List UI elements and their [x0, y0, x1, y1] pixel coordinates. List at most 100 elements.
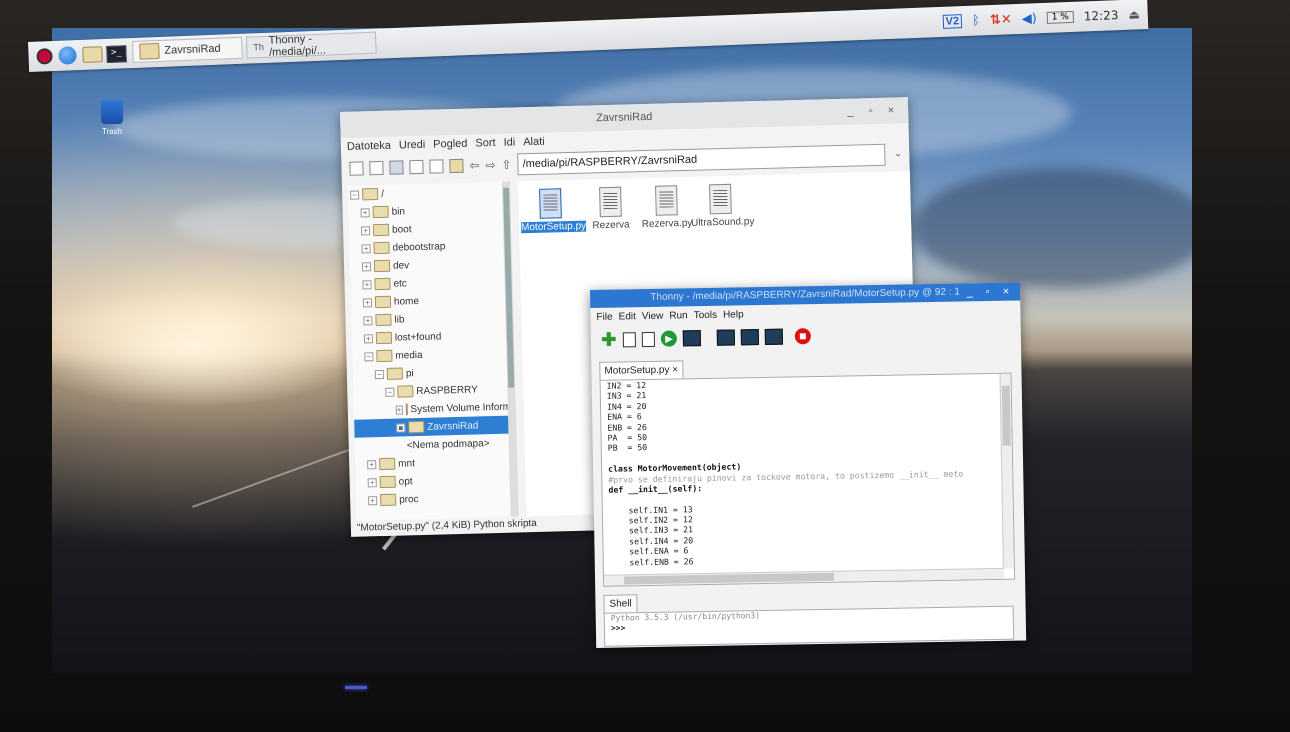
expander-icon[interactable]: −	[364, 351, 374, 361]
file-name: MotorSetup.py	[520, 220, 587, 234]
menu-item[interactable]: Help	[723, 309, 744, 320]
network-disconnected-icon[interactable]: ⇅✕	[990, 12, 1012, 28]
step-into-icon[interactable]	[740, 329, 759, 346]
terminal-launcher[interactable]: >_	[106, 43, 127, 64]
icon-view-icon[interactable]	[369, 160, 384, 176]
folder-icon	[380, 493, 397, 507]
system-tray: V2 ᛒ ⇅✕ ◀) 1 % 12:23 ⏏	[942, 3, 1140, 33]
tree-item-label: /	[381, 188, 385, 200]
shell-tab[interactable]: Shell	[603, 594, 638, 614]
step-over-icon[interactable]	[716, 329, 735, 346]
expander-icon[interactable]: −	[385, 387, 395, 397]
folder-icon	[372, 223, 390, 237]
expander-icon[interactable]: +	[395, 404, 403, 415]
menu-item[interactable]: Alati	[523, 136, 545, 149]
open-file-icon[interactable]	[622, 331, 636, 347]
code-text[interactable]: IN2 = 12 IN3 = 21 IN4 = 20 ENA = 6 ENB = 26 P…	[601, 374, 1014, 568]
up-icon[interactable]: ⇧	[501, 158, 511, 172]
expander-icon[interactable]: +	[363, 315, 373, 325]
file-name: UltraSound.py	[690, 216, 755, 229]
scrollbar-thumb[interactable]	[1001, 385, 1011, 446]
new-window-icon[interactable]	[349, 161, 364, 176]
menu-item[interactable]: Edit	[618, 311, 635, 322]
expander-icon[interactable]: +	[360, 207, 370, 217]
menu-item[interactable]: View	[642, 310, 664, 321]
folder-icon	[362, 188, 379, 201]
menu-item[interactable]: Idi	[503, 136, 515, 148]
file-item[interactable]: UltraSound.py	[690, 183, 755, 229]
road-line	[192, 441, 372, 508]
expander-icon[interactable]: −	[374, 369, 384, 379]
scrollbar-thumb[interactable]	[624, 572, 835, 585]
file-manager-launcher[interactable]	[82, 44, 103, 65]
home-icon[interactable]	[449, 158, 464, 174]
folder-icon	[82, 46, 103, 63]
thumbnail-view-icon[interactable]	[389, 160, 404, 175]
compact-view-icon[interactable]	[409, 159, 424, 175]
tree-item[interactable]: + proc	[356, 488, 516, 510]
thonny-icon: Th	[253, 41, 265, 53]
back-icon[interactable]: ⇦	[469, 158, 479, 172]
power-led	[345, 686, 367, 689]
tree-item-label: proc	[399, 493, 419, 506]
task-label: Thonny - /media/pi/...	[268, 33, 327, 59]
expander-icon[interactable]: +	[367, 477, 377, 487]
chevron-down-icon[interactable]: ⌄	[894, 144, 903, 164]
expander-icon[interactable]: +	[368, 495, 378, 505]
eject-icon[interactable]: ⏏	[1128, 7, 1140, 21]
stop-icon[interactable]	[794, 328, 811, 345]
task-label: ZavrsniRad	[164, 42, 221, 57]
step-out-icon[interactable]	[764, 328, 783, 345]
expander-icon[interactable]: +	[361, 243, 371, 253]
menu-item[interactable]: File	[596, 311, 612, 322]
file-item[interactable]: MotorSetup.py	[520, 188, 587, 234]
task-thonny[interactable]: Th Thonny - /media/pi/...	[245, 31, 377, 59]
window-controls[interactable]: _ ▫ ×	[847, 97, 900, 124]
window-title: Thonny - /media/pi/RASPBERRY/ZavrsniRad/…	[650, 286, 960, 303]
folder-icon	[386, 367, 404, 380]
folder-icon	[374, 277, 391, 291]
directory-tree: − / + bin + boot + debootstrap + dev + etc + home + lib…	[347, 181, 518, 521]
code-editor[interactable]: IN2 = 12 IN3 = 21 IN4 = 20 ENA = 6 ENB = 26 P…	[599, 372, 1016, 587]
vertical-scrollbar[interactable]	[999, 373, 1014, 569]
forward-icon[interactable]: ⇨	[485, 158, 495, 172]
expander-icon[interactable]: +	[361, 261, 372, 271]
new-file-icon[interactable]: ✚	[601, 329, 617, 349]
file-name: Rezerva.py	[641, 217, 693, 231]
trash-desktop-item[interactable]: Trash	[98, 100, 126, 136]
expander-icon[interactable]: ■	[396, 422, 406, 433]
tree-item-label: mnt	[398, 457, 416, 470]
expander-icon[interactable]: −	[350, 190, 360, 200]
vnc-icon[interactable]: V2	[942, 14, 963, 29]
list-view-icon[interactable]	[429, 159, 444, 174]
menu-item[interactable]: Datoteka	[347, 140, 391, 153]
save-file-icon[interactable]	[641, 331, 655, 347]
menu-item[interactable]: Sort	[475, 137, 495, 150]
task-file-manager[interactable]: ZavrsniRad	[132, 36, 243, 63]
run-icon[interactable]: ▶	[660, 330, 677, 347]
file-item[interactable]: Rezerva	[580, 186, 641, 232]
expander-icon[interactable]: +	[367, 459, 377, 469]
volume-icon[interactable]: ◀)	[1021, 11, 1037, 27]
expander-icon[interactable]: +	[360, 225, 371, 235]
clock[interactable]: 12:23	[1084, 8, 1119, 23]
file-item[interactable]: Rezerva.py	[636, 185, 697, 231]
shell-panel[interactable]: Python 3.5.3 (/usr/bin/python3) >>>	[603, 605, 1015, 647]
cloud	[912, 168, 1192, 288]
debug-icon[interactable]	[682, 330, 701, 347]
path-text: /media/pi/RASPBERRY/ZavrsniRad	[522, 153, 698, 171]
tree-item-label: media	[395, 349, 423, 362]
expander-icon[interactable]: +	[362, 297, 373, 307]
window-controls[interactable]: _ ▫ ×	[966, 283, 1014, 302]
bluetooth-icon[interactable]: ᛒ	[972, 13, 980, 28]
menu-item[interactable]: Tools	[694, 309, 718, 320]
expander-icon[interactable]: +	[362, 279, 372, 289]
menu-item[interactable]: Uredi	[399, 139, 426, 152]
expander-icon[interactable]: +	[363, 333, 374, 343]
browser-launcher[interactable]	[58, 45, 77, 66]
folder-icon	[379, 457, 396, 471]
menu-item[interactable]: Run	[669, 310, 688, 321]
horizontal-scrollbar[interactable]	[603, 567, 1005, 586]
menu-button[interactable]	[36, 46, 53, 67]
menu-item[interactable]: Pogled	[433, 138, 468, 151]
